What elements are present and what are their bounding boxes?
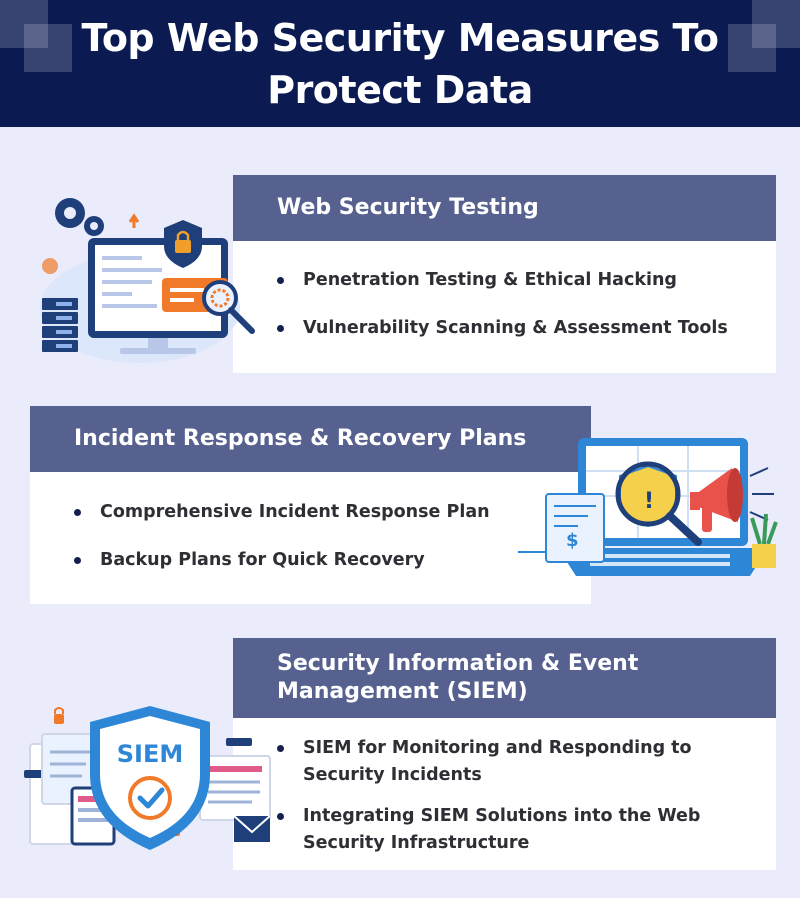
page-title: Top Web Security Measures To Protect Dat…: [81, 16, 719, 112]
monitor-lock-magnifier-icon: [40, 198, 255, 363]
bullet-list: Comprehensive Incident Response Plan Bac…: [74, 499, 524, 574]
bullet-list: SIEM for Monitoring and Responding to Se…: [277, 735, 757, 857]
bullet-list: Penetration Testing & Ethical Hacking Vu…: [277, 267, 757, 342]
bullet-dot-icon: [74, 509, 81, 516]
list-item: Backup Plans for Quick Recovery: [74, 547, 524, 574]
svg-text:$: $: [566, 530, 579, 551]
list-item: Comprehensive Incident Response Plan: [74, 499, 524, 526]
section-card-siem: Security Information & Event Management …: [233, 638, 776, 870]
siem-badge-text: SIEM: [117, 740, 184, 768]
bullet-text: Comprehensive Incident Response Plan: [100, 502, 490, 522]
list-item: Integrating SIEM Solutions into the Web …: [277, 803, 757, 857]
section-heading: Security Information & Event Management …: [233, 638, 776, 718]
section-heading: Web Security Testing: [233, 175, 776, 241]
bullet-dot-icon: [277, 325, 284, 332]
decor-square: [728, 24, 776, 72]
siem-shield-icon: SIEM: [24, 706, 271, 850]
section-card-incident-response: Incident Response & Recovery Plans Compr…: [30, 406, 591, 604]
section-heading: Incident Response & Recovery Plans: [30, 406, 591, 472]
decor-square: [24, 24, 72, 72]
bullet-dot-icon: [74, 557, 81, 564]
bullet-dot-icon: [277, 277, 284, 284]
bullet-text: Penetration Testing & Ethical Hacking: [303, 270, 677, 290]
bullet-text: Vulnerability Scanning & Assessment Tool…: [303, 318, 728, 338]
list-item: Vulnerability Scanning & Assessment Tool…: [277, 315, 757, 342]
bullet-text: Integrating SIEM Solutions into the Web …: [303, 806, 701, 853]
page-header: Top Web Security Measures To Protect Dat…: [0, 0, 800, 127]
list-item: SIEM for Monitoring and Responding to Se…: [277, 735, 757, 789]
section-card-web-security-testing: Web Security Testing Penetration Testing…: [233, 175, 776, 373]
svg-text:!: !: [644, 489, 654, 514]
list-item: Penetration Testing & Ethical Hacking: [277, 267, 757, 294]
bullet-text: SIEM for Monitoring and Responding to Se…: [303, 738, 692, 785]
bullet-text: Backup Plans for Quick Recovery: [100, 550, 425, 570]
laptop-warning-megaphone-icon: $ !: [518, 438, 778, 576]
